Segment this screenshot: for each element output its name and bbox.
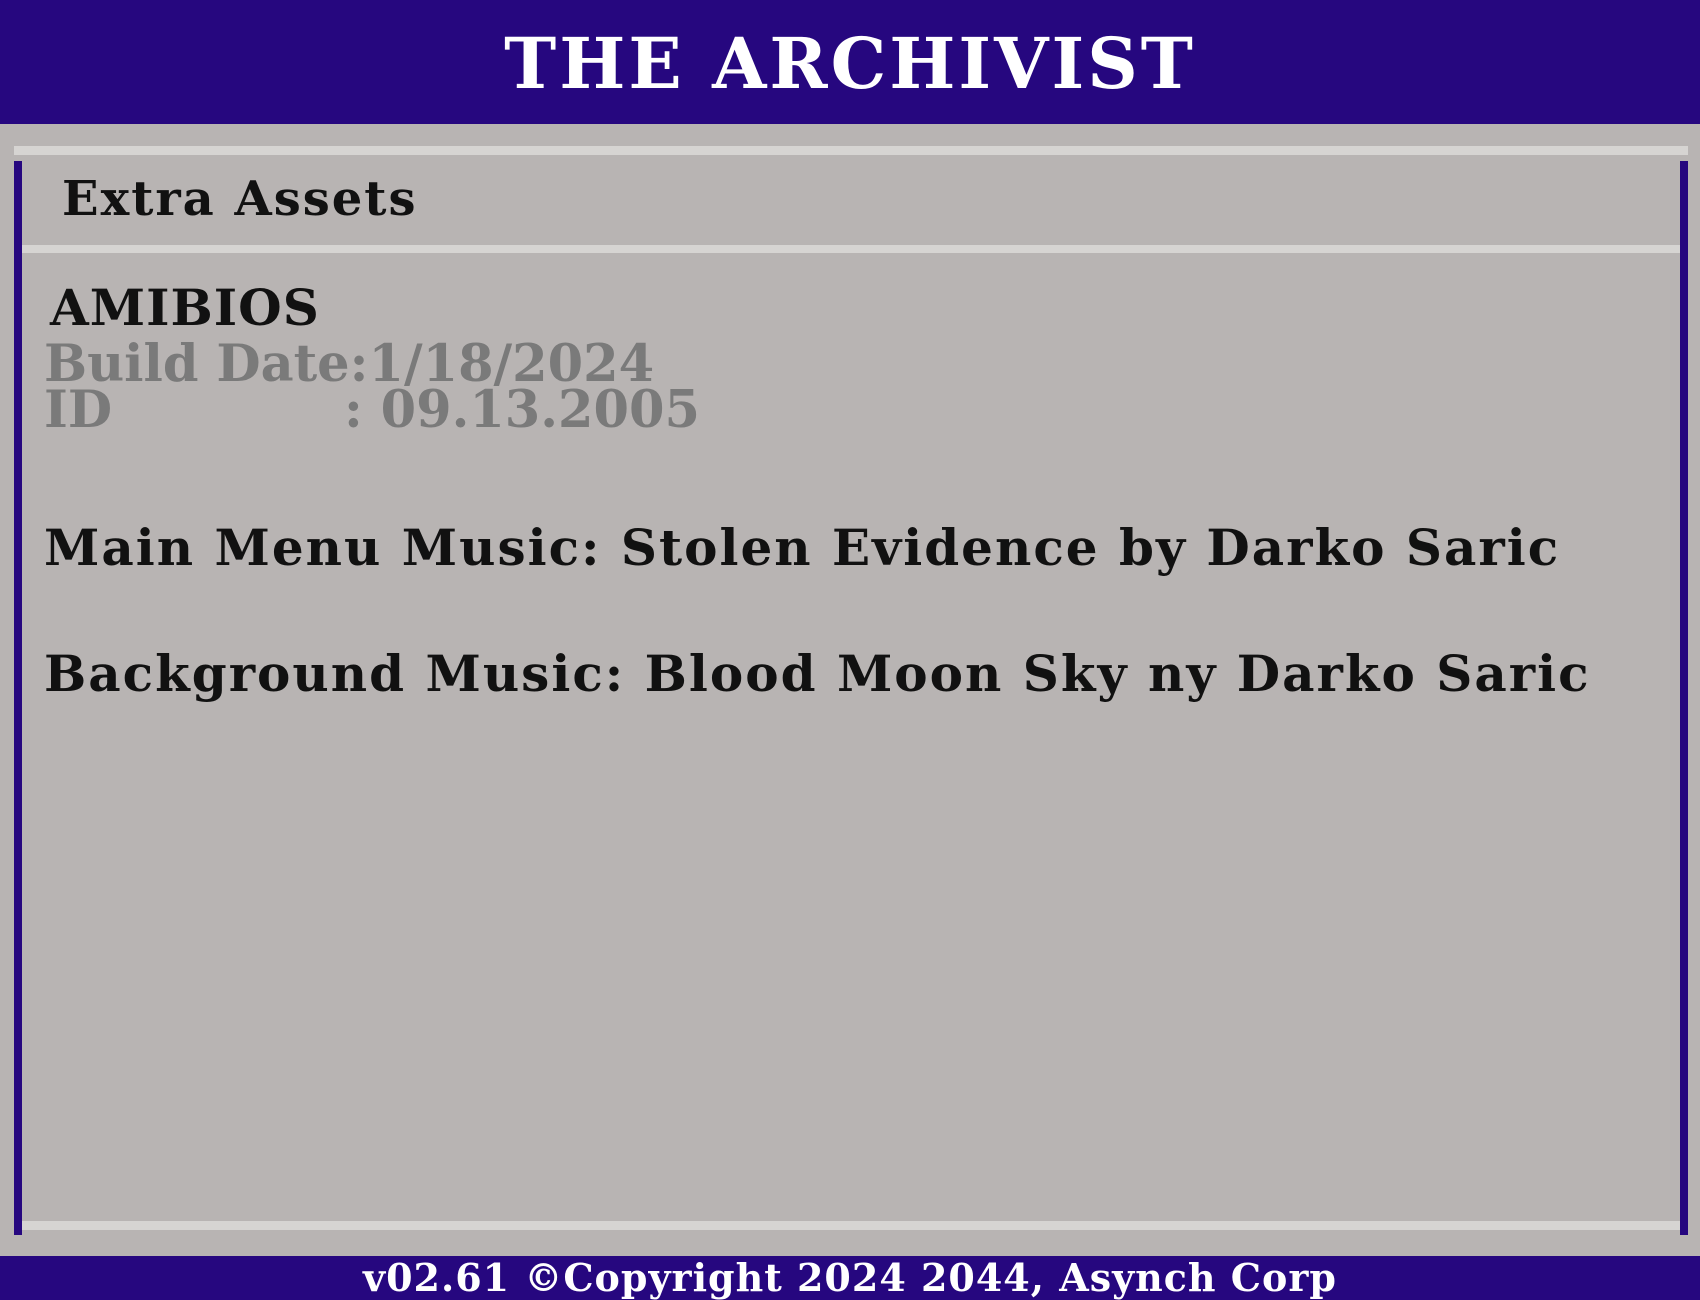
- bios-name: AMIBIOS: [50, 278, 320, 337]
- id-separator: :: [344, 380, 381, 440]
- panel-right-edge: [1680, 161, 1688, 1235]
- id-label: ID: [44, 380, 113, 440]
- credit-background-music: Background Music: Blood Moon Sky ny Dark…: [44, 644, 1591, 703]
- id-row: ID: 09.13.2005: [44, 385, 700, 436]
- id-value: 09.13.2005: [380, 380, 700, 440]
- credit-main-menu-music: Main Menu Music: Stolen Evidence by Dark…: [44, 518, 1561, 577]
- footer-bar: v02.61 ©Copyright 2024 2044, Asynch Corp: [0, 1256, 1700, 1300]
- panel-header: Extra Assets: [22, 155, 1680, 253]
- title-bar: THE ARCHIVIST: [0, 0, 1700, 124]
- app-title: THE ARCHIVIST: [504, 22, 1196, 105]
- panel-title: Extra Assets: [62, 171, 418, 227]
- panel-left-edge: [14, 161, 22, 1235]
- footer-copyright: v02.61 ©Copyright 2024 2044, Asynch Corp: [363, 1255, 1337, 1300]
- extra-assets-panel: Extra Assets AMIBIOS Build Date:1/18/202…: [14, 146, 1688, 1235]
